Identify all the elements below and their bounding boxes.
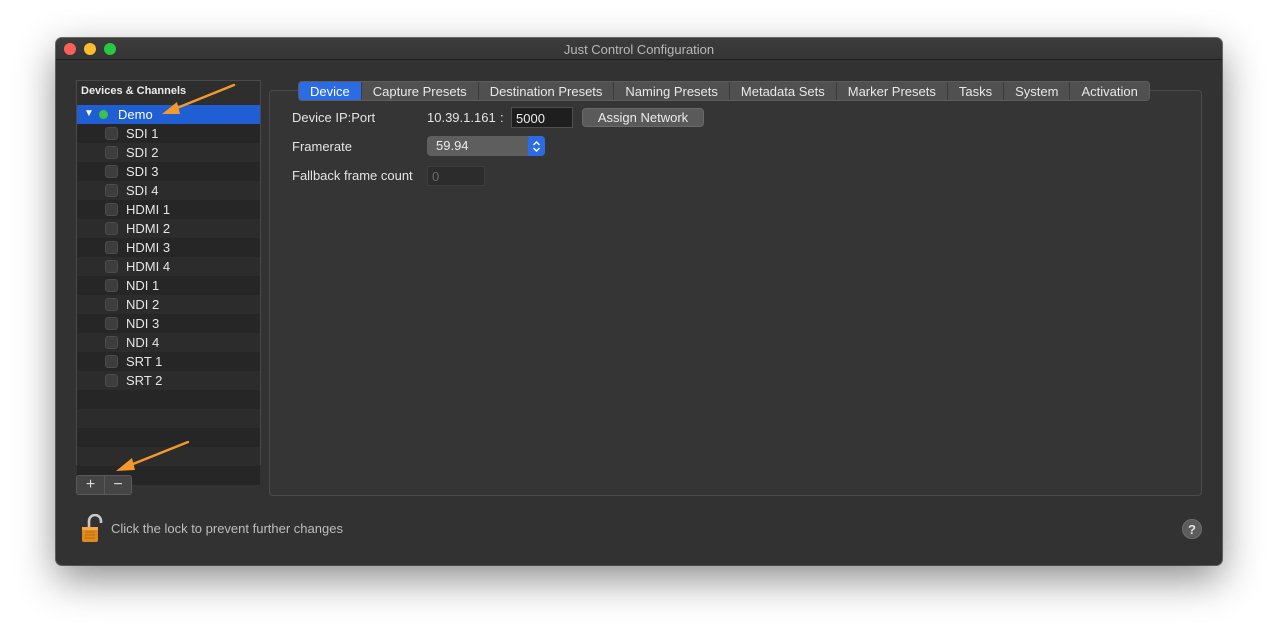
channel-row[interactable]: SDI 3: [77, 162, 260, 181]
channel-row[interactable]: SRT 1: [77, 352, 260, 371]
channel-checkbox[interactable]: [105, 165, 118, 178]
tab-system[interactable]: System: [1003, 82, 1069, 100]
disclosure-triangle-icon[interactable]: ▼: [84, 108, 94, 119]
channel-label: NDI 2: [126, 297, 160, 312]
fallback-frame-count-input[interactable]: 0: [427, 166, 485, 186]
device-label: Demo: [118, 107, 153, 122]
channel-row[interactable]: SDI 2: [77, 143, 260, 162]
tab-device[interactable]: Device: [299, 82, 361, 100]
channel-label: SRT 2: [126, 373, 163, 388]
channel-label: NDI 3: [126, 316, 160, 331]
chevron-updown-icon: [528, 136, 545, 156]
channel-row[interactable]: NDI 1: [77, 276, 260, 295]
device-row-demo[interactable]: ▼ Demo: [77, 105, 260, 124]
tab-tasks[interactable]: Tasks: [946, 82, 1003, 100]
add-remove-control: + −: [76, 475, 132, 495]
framerate-value: 59.94: [436, 138, 469, 153]
device-ip-value: 10.39.1.161: [427, 110, 496, 125]
channel-checkbox[interactable]: [105, 317, 118, 330]
add-device-button[interactable]: +: [77, 476, 104, 494]
channel-checkbox[interactable]: [105, 146, 118, 159]
status-dot-icon: [99, 110, 108, 119]
channel-label: SDI 1: [126, 126, 159, 141]
channel-row[interactable]: HDMI 1: [77, 200, 260, 219]
settings-panel: [269, 90, 1202, 496]
channel-checkbox[interactable]: [105, 203, 118, 216]
channel-checkbox[interactable]: [105, 374, 118, 387]
ip-port-separator: :: [500, 110, 504, 125]
channel-checkbox[interactable]: [105, 260, 118, 273]
channel-label: NDI 1: [126, 278, 160, 293]
channel-checkbox[interactable]: [105, 279, 118, 292]
empty-row: [77, 447, 260, 466]
channel-checkbox[interactable]: [105, 355, 118, 368]
remove-device-button[interactable]: −: [103, 476, 131, 494]
channel-row[interactable]: SDI 1: [77, 124, 260, 143]
channel-checkbox[interactable]: [105, 336, 118, 349]
channel-row[interactable]: NDI 3: [77, 314, 260, 333]
tab-capture-presets[interactable]: Capture Presets: [360, 82, 478, 100]
tab-marker-presets[interactable]: Marker Presets: [835, 82, 947, 100]
channel-row[interactable]: HDMI 3: [77, 238, 260, 257]
channel-label: SDI 4: [126, 183, 159, 198]
window-title: Just Control Configuration: [563, 42, 715, 57]
tab-activation[interactable]: Activation: [1069, 82, 1148, 100]
empty-row: [77, 428, 260, 447]
channel-checkbox[interactable]: [105, 222, 118, 235]
channel-row[interactable]: SDI 4: [77, 181, 260, 200]
lock-open-icon[interactable]: [80, 513, 104, 544]
channel-label: NDI 4: [126, 335, 160, 350]
channel-label: HDMI 2: [126, 221, 171, 236]
channel-checkbox[interactable]: [105, 184, 118, 197]
fallback-frame-count-label: Fallback frame count: [292, 168, 413, 183]
channel-row[interactable]: NDI 4: [77, 333, 260, 352]
channel-label: HDMI 3: [126, 240, 171, 255]
title-bar: Just Control Configuration: [56, 38, 1222, 60]
channel-label: HDMI 1: [126, 202, 171, 217]
framerate-select[interactable]: 59.94: [427, 136, 545, 156]
devices-channels-list: Devices & Channels ▼ Demo SDI 1 SDI 2 SD…: [76, 80, 261, 485]
channel-row[interactable]: NDI 2: [77, 295, 260, 314]
channel-label: SDI 2: [126, 145, 159, 160]
channel-label: SRT 1: [126, 354, 163, 369]
tab-metadata-sets[interactable]: Metadata Sets: [728, 82, 836, 100]
channel-checkbox[interactable]: [105, 298, 118, 311]
empty-row: [77, 409, 260, 428]
channel-checkbox[interactable]: [105, 241, 118, 254]
channel-row[interactable]: HDMI 4: [77, 257, 260, 276]
channel-row[interactable]: SRT 2: [77, 371, 260, 390]
device-ip-label: Device IP:Port: [292, 110, 376, 125]
help-icon[interactable]: ?: [1182, 519, 1202, 539]
sidebar-header: Devices & Channels: [77, 81, 260, 105]
assign-network-button[interactable]: Assign Network: [582, 108, 704, 127]
framerate-label: Framerate: [292, 139, 352, 154]
port-input[interactable]: 5000: [511, 107, 573, 128]
tab-bar: Device Capture Presets Destination Prese…: [298, 81, 1150, 101]
channel-label: HDMI 4: [126, 259, 171, 274]
tab-naming-presets[interactable]: Naming Presets: [613, 82, 728, 100]
channel-row[interactable]: HDMI 2: [77, 219, 260, 238]
empty-row: [77, 390, 260, 409]
lock-hint-text: Click the lock to prevent further change…: [111, 521, 343, 536]
tab-destination-presets[interactable]: Destination Presets: [477, 82, 614, 100]
channel-label: SDI 3: [126, 164, 159, 179]
app-window: Just Control Configuration Devices & Cha…: [56, 38, 1222, 565]
channel-checkbox[interactable]: [105, 127, 118, 140]
